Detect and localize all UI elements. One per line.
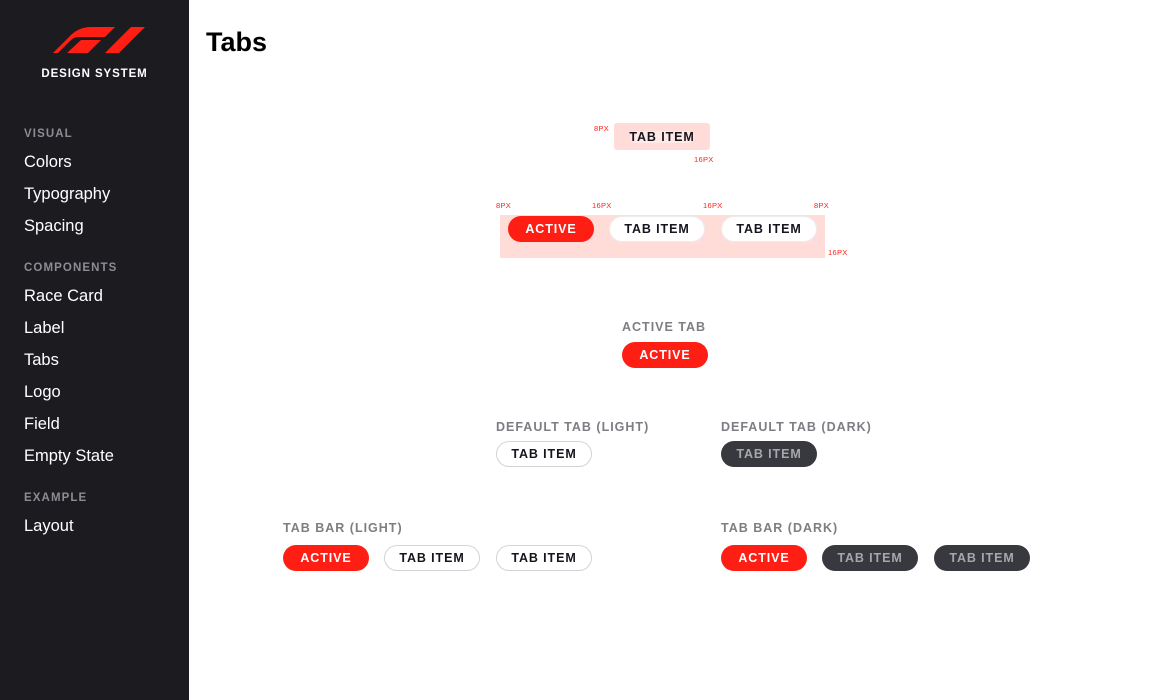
spec-bar-gap-2: 16PX xyxy=(703,201,723,210)
tab-bar-light-item-2[interactable]: TAB ITEM xyxy=(496,545,592,571)
default-tab-light-label: DEFAULT TAB (LIGHT) xyxy=(496,420,650,434)
nav-item-race-card[interactable]: Race Card xyxy=(24,287,103,306)
nav-section-example: EXAMPLE xyxy=(24,492,88,504)
spec-tab-item: TAB ITEM xyxy=(629,130,695,144)
tab-bar-dark-active[interactable]: ACTIVE xyxy=(721,545,807,571)
default-tab-light[interactable]: TAB ITEM xyxy=(496,441,592,467)
spec-tab-active: ACTIVE xyxy=(508,216,594,242)
active-tab-label: ACTIVE TAB xyxy=(622,320,707,334)
nav-item-empty-state[interactable]: Empty State xyxy=(24,447,114,466)
nav-section-components: COMPONENTS xyxy=(24,262,118,274)
nav-item-layout[interactable]: Layout xyxy=(24,517,74,536)
default-tab-dark-label: DEFAULT TAB (DARK) xyxy=(721,420,872,434)
spec-bar-pad-right: 8PX xyxy=(814,201,830,210)
spec-tab-item-2: TAB ITEM xyxy=(721,216,817,242)
nav-item-logo[interactable]: Logo xyxy=(24,383,61,402)
tab-bar-dark-label: TAB BAR (DARK) xyxy=(721,521,839,535)
nav-item-field[interactable]: Field xyxy=(24,415,60,434)
brand-name: DESIGN SYSTEM xyxy=(41,68,148,80)
spec-bar-pad-left: 8PX xyxy=(496,201,512,210)
spec-padding-y-label: 8PX xyxy=(594,124,610,133)
sidebar: DESIGN SYSTEM VISUAL Colors Typography S… xyxy=(0,0,189,700)
spec-tab-item-1: TAB ITEM xyxy=(609,216,705,242)
nav-item-label[interactable]: Label xyxy=(24,319,64,338)
nav-section-visual: VISUAL xyxy=(24,128,73,140)
default-tab-dark[interactable]: TAB ITEM xyxy=(721,441,817,467)
spec-bar-gap-1: 16PX xyxy=(592,201,612,210)
tab-bar-light-label: TAB BAR (LIGHT) xyxy=(283,521,403,535)
tab-bar-light-active[interactable]: ACTIVE xyxy=(283,545,369,571)
nav-item-typography[interactable]: Typography xyxy=(24,185,110,204)
active-tab[interactable]: ACTIVE xyxy=(622,342,708,368)
tab-bar-dark-item-1[interactable]: TAB ITEM xyxy=(822,545,918,571)
nav-item-colors[interactable]: Colors xyxy=(24,153,72,172)
spec-bar-pad-bottom: 16PX xyxy=(828,248,848,257)
spec-padding-x-label: 16PX xyxy=(694,155,714,164)
page-title: Tabs xyxy=(206,27,268,57)
f1-logo[interactable] xyxy=(45,27,145,53)
nav-item-spacing[interactable]: Spacing xyxy=(24,217,84,236)
tab-bar-dark-item-2[interactable]: TAB ITEM xyxy=(934,545,1030,571)
nav-item-tabs[interactable]: Tabs xyxy=(24,351,59,370)
tab-bar-light-item-1[interactable]: TAB ITEM xyxy=(384,545,480,571)
